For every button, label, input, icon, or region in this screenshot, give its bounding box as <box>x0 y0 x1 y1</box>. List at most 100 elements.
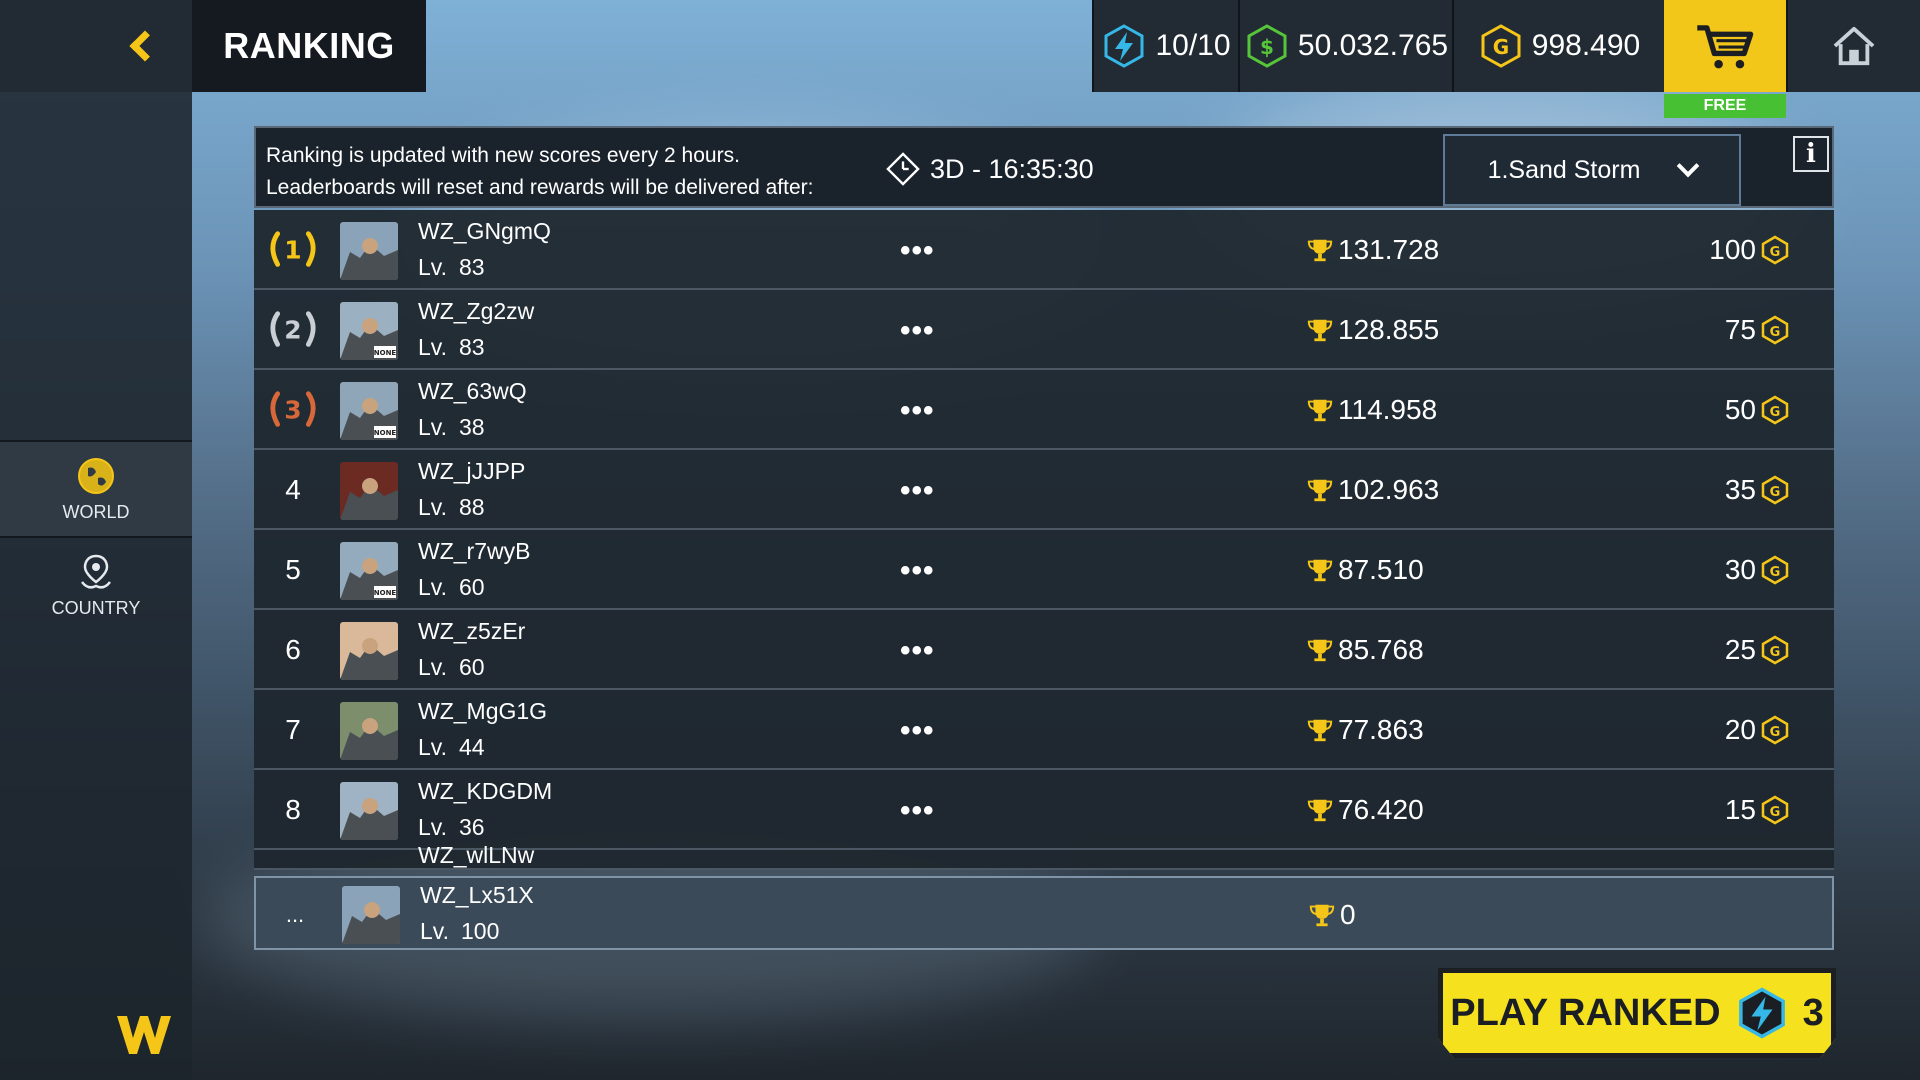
player-level: Lv. 100 <box>420 918 499 945</box>
player-name: WZ_MgG1G <box>418 698 548 724</box>
more-options-button[interactable]: ••• <box>900 794 935 828</box>
more-options-button[interactable]: ••• <box>900 234 935 268</box>
table-row[interactable]: 6 WZ_z5zEr Lv. 60 ••• 85.768 25 G <box>254 610 1834 690</box>
trophy-icon <box>1309 904 1335 927</box>
reward-value: 35 <box>1724 474 1756 505</box>
trophy-icon <box>1307 559 1333 582</box>
gold-icon: G <box>1761 795 1789 825</box>
rank-number: 1 <box>284 236 301 265</box>
reward: 15 G <box>1725 770 1790 850</box>
more-options-button[interactable]: ••• <box>900 634 935 668</box>
tab-world[interactable]: WORLD <box>0 440 192 536</box>
svg-text:G: G <box>1770 405 1781 420</box>
table-row[interactable]: 5 NONE WZ_r7wyB Lv. 60 ••• 87.510 30 G <box>254 530 1834 610</box>
table-row[interactable]: 8 WZ_KDGDM Lv. 36 ••• 76.420 15 G <box>254 770 1834 850</box>
table-row[interactable]: 2 NONE WZ_Zg2zw Lv. 83 ••• 128.855 75 G <box>254 290 1834 370</box>
player-name: WZ_Lx51X <box>420 882 534 908</box>
trophy-icon <box>1307 399 1333 422</box>
more-options-button[interactable]: ••• <box>900 474 935 508</box>
more-options-button[interactable]: ••• <box>900 394 935 428</box>
info-line-1: Ranking is updated with new scores every… <box>266 144 740 167</box>
reward-value: 30 <box>1724 554 1756 585</box>
play-ranked-button[interactable]: PLAY RANKED 3 <box>1438 968 1836 1058</box>
avatar <box>340 222 398 280</box>
level-value: 44 <box>458 734 485 760</box>
more-options-button[interactable]: ••• <box>900 554 935 588</box>
rank-number: 8 <box>285 794 301 825</box>
level-value: 83 <box>458 334 485 360</box>
player-name: WZ_GNgmQ <box>418 218 551 244</box>
season-dropdown[interactable]: 1.Sand Storm <box>1443 134 1741 206</box>
shop-free-tag: FREE <box>1664 94 1786 118</box>
more-options-button[interactable]: ••• <box>900 314 935 348</box>
level-value: 60 <box>458 654 485 680</box>
top-bar: RANKING 10/10 $ 50.032.765 G 998.490 FRE… <box>0 0 1920 118</box>
score: 131.728 <box>1306 210 1439 290</box>
svg-text:NONE: NONE <box>374 429 397 437</box>
score-value: 114.958 <box>1338 394 1438 425</box>
reward-value: 20 <box>1724 714 1756 745</box>
rank-cell: 2 <box>254 290 332 370</box>
gold-icon: G <box>1481 24 1521 68</box>
more-options-button[interactable]: ••• <box>900 714 935 748</box>
score-value: 102.963 <box>1338 474 1440 505</box>
score: 87.510 <box>1306 530 1424 610</box>
score-value: 128.855 <box>1338 314 1440 345</box>
reward: 50 G <box>1725 370 1790 450</box>
level-prefix: Lv. <box>418 734 447 760</box>
reward-value: 25 <box>1724 634 1756 665</box>
info-header: Ranking is updated with new scores every… <box>254 126 1834 208</box>
level-value: 83 <box>458 254 485 280</box>
gold-icon: G <box>1761 555 1789 585</box>
player-level: Lv. 88 <box>418 494 485 521</box>
level-prefix: Lv. <box>418 414 447 440</box>
shop-button[interactable] <box>1664 0 1786 92</box>
level-prefix: Lv. <box>418 334 447 360</box>
tab-country[interactable]: COUNTRY <box>0 536 192 632</box>
table-row[interactable]: 7 WZ_MgG1G Lv. 44 ••• 77.863 20 G <box>254 690 1834 770</box>
player-name: WZ_jJJPP <box>418 458 526 484</box>
tab-world-label: WORLD <box>62 501 130 522</box>
trophy-icon <box>1307 799 1333 822</box>
avatar <box>340 622 398 680</box>
player-name: WZ_wlLNw <box>418 842 535 868</box>
player-level: Lv. 60 <box>418 654 485 681</box>
gold-icon: G <box>1761 395 1789 425</box>
gold-icon: G <box>1761 235 1789 265</box>
player-level: Lv. 83 <box>418 254 485 281</box>
reward: 35 G <box>1725 450 1790 530</box>
rank-number: 7 <box>285 714 301 745</box>
table-row[interactable]: 4 WZ_jJJPP Lv. 88 ••• 102.963 35 G <box>254 450 1834 530</box>
table-row[interactable]: 3 NONE WZ_63wQ Lv. 38 ••• 114.958 50 G <box>254 370 1834 450</box>
score: 85.768 <box>1306 610 1424 690</box>
table-row[interactable]: 1 WZ_GNgmQ Lv. 83 ••• 131.728 100 G <box>254 210 1834 290</box>
svg-text:G: G <box>1770 325 1781 340</box>
player-level: Lv. 36 <box>418 814 485 841</box>
back-button[interactable] <box>0 0 192 92</box>
leaderboard-list[interactable]: 1 WZ_GNgmQ Lv. 83 ••• 131.728 100 G 2 NONE WZ_Zg2z… <box>254 210 1834 874</box>
home-button[interactable] <box>1786 0 1920 92</box>
map-pin-icon <box>81 554 111 589</box>
reward-value: 15 <box>1724 794 1756 825</box>
reward: 100 G <box>1709 210 1790 290</box>
game-logo-icon <box>117 1016 171 1054</box>
medal-icon: 2 <box>270 311 316 347</box>
trophy-icon <box>1307 479 1333 502</box>
score-value: 87.510 <box>1338 554 1424 585</box>
info-button[interactable]: i <box>1793 136 1829 172</box>
table-row-partial[interactable]: WZ_wlLNw <box>254 842 1834 870</box>
level-value: 38 <box>458 414 485 440</box>
level-value: 100 <box>460 918 500 944</box>
energy-counter: 10/10 <box>1092 0 1238 92</box>
level-prefix: Lv. <box>418 254 447 280</box>
tab-country-label: COUNTRY <box>51 597 141 618</box>
reset-timer: 3D - 16:35:30 <box>886 152 1094 186</box>
rank-cell: 4 <box>254 450 332 530</box>
reward: 75 G <box>1725 290 1790 370</box>
gold-icon: G <box>1761 315 1789 345</box>
level-prefix: Lv. <box>418 654 447 680</box>
my-rank-row: ... WZ_Lx51X Lv. 100 0 <box>254 876 1834 950</box>
svg-text:NONE: NONE <box>374 349 397 357</box>
rank-cell: 6 <box>254 610 332 690</box>
player-name: WZ_KDGDM <box>418 778 553 804</box>
